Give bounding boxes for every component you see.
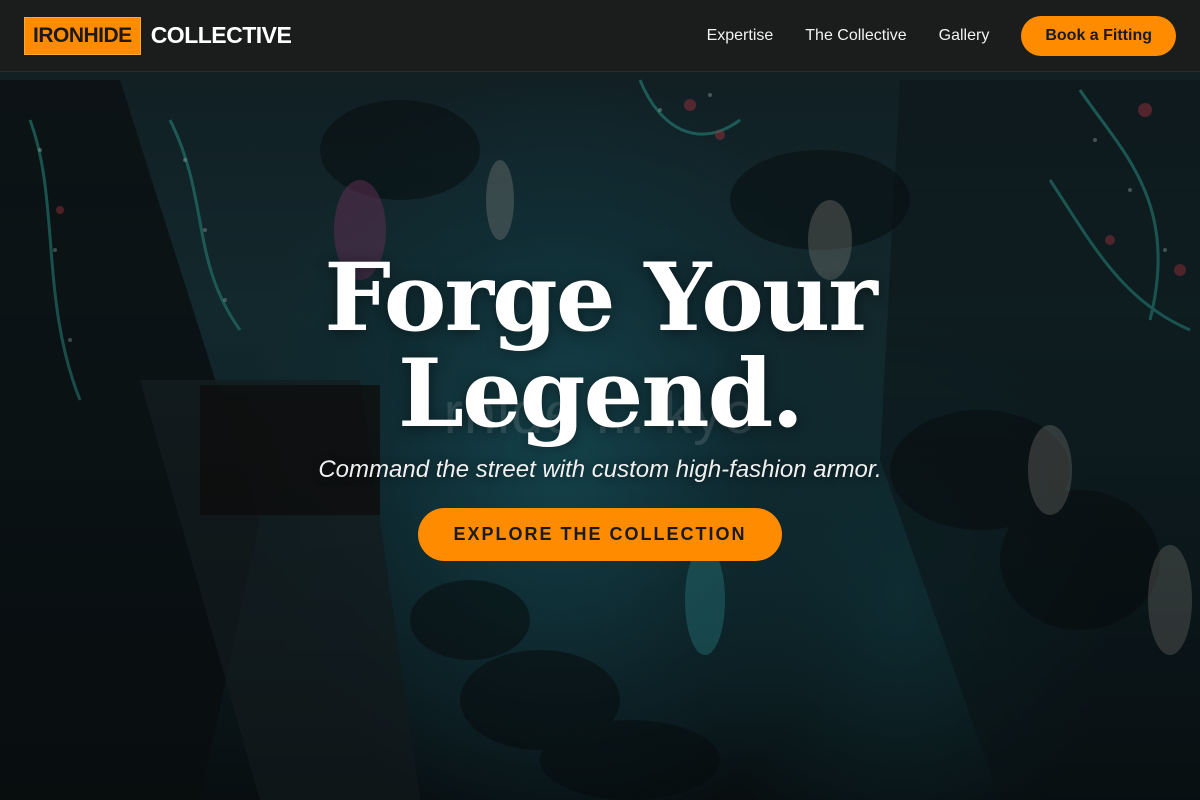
hero-content: rhide ... kyo Forge Your Legend. Command… (0, 250, 1200, 561)
hero-headline-line2: Legend. (397, 339, 804, 449)
nav-link-expertise[interactable]: Expertise (707, 27, 774, 45)
nav-link-the-collective[interactable]: The Collective (805, 27, 906, 45)
brand-mark: IRONHIDE (24, 16, 141, 55)
hero-subheadline: Command the street with custom high-fash… (318, 456, 882, 483)
brand-logo[interactable]: IRONHIDE COLLECTIVE (24, 16, 292, 55)
nav-link-gallery[interactable]: Gallery (939, 27, 990, 45)
brand-wordmark: COLLECTIVE (150, 22, 292, 48)
top-navbar: IRONHIDE COLLECTIVE Expertise The Collec… (0, 0, 1200, 72)
explore-collection-button[interactable]: EXPLORE THE COLLECTION (418, 508, 782, 561)
hero-headline: Forge Your Legend. (0, 250, 1200, 442)
nav-links: Expertise The Collective Gallery Book a … (707, 15, 1176, 56)
book-fitting-button[interactable]: Book a Fitting (1021, 15, 1176, 56)
hero-headline-line1: Forge Your (324, 243, 878, 353)
